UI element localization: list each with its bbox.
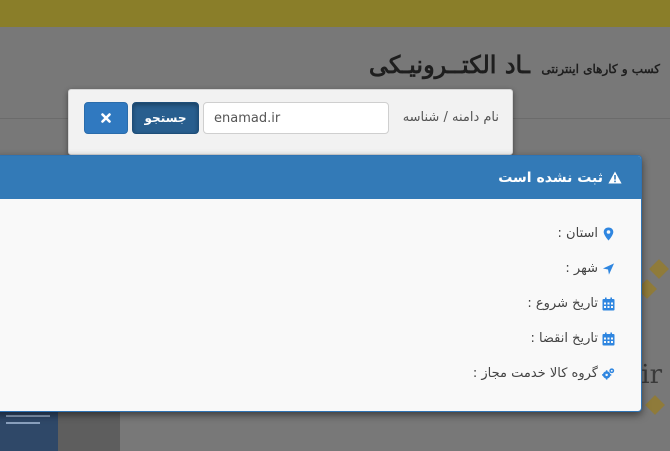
field-expiry-date: تاریخ انقضا : — [473, 331, 615, 366]
warning-icon — [608, 171, 622, 184]
background-shape — [58, 412, 120, 451]
cogs-icon — [602, 368, 615, 380]
close-icon — [101, 113, 111, 123]
background-logo-text: ir — [641, 360, 662, 390]
calendar-icon — [602, 332, 615, 346]
search-button[interactable]: جستجو — [132, 102, 199, 134]
field-label: استان : — [557, 226, 598, 241]
location-arrow-icon — [602, 263, 615, 275]
search-box: نام دامنه / شناسه جستجو — [68, 89, 513, 155]
calendar-icon — [602, 297, 615, 311]
field-city: شهر : — [473, 261, 615, 296]
field-service-group: گروه کالا خدمت مجاز : — [473, 366, 615, 401]
site-title: کسب و کارهای اینترنتی ـاد الکتــرونیـکی — [369, 50, 660, 79]
top-banner — [0, 0, 670, 27]
field-start-date: تاریخ شروع : — [473, 296, 615, 331]
field-label: شهر : — [565, 261, 598, 276]
site-subtitle: کسب و کارهای اینترنتی — [541, 62, 660, 76]
search-label: نام دامنه / شناسه — [402, 110, 499, 125]
close-button[interactable] — [84, 102, 128, 134]
domain-search-input[interactable] — [203, 102, 389, 134]
field-label: گروه کالا خدمت مجاز : — [472, 366, 598, 381]
status-text: ثبت نشده است — [498, 169, 603, 186]
map-marker-icon — [603, 227, 614, 241]
result-panel: ثبت نشده است استان : شهر : تاریخ شروع: … — [0, 155, 642, 412]
field-label: تاریخ انقضا : — [530, 331, 598, 346]
status-header: ثبت نشده است — [0, 156, 641, 199]
field-province: استان : — [473, 226, 615, 261]
details-list: استان : شهر : تاریخ شروع : تاریخ انقضا:… — [473, 226, 615, 401]
field-label: تاریخ شروع : — [527, 296, 598, 311]
site-title-main: ـاد الکتــرونیـکی — [368, 50, 530, 79]
